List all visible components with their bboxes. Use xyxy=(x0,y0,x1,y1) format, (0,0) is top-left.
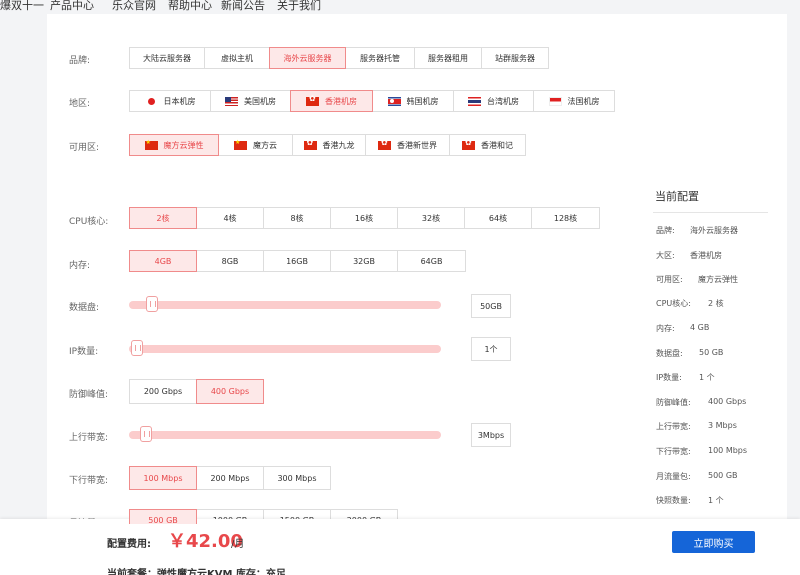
checkout-bar: 配置费用: ￥42.00 /月 立即购买 当前套餐：弹性魔方云KVM 库存：充足 xyxy=(0,519,800,575)
zone-options: 魔方云弹性 魔方云 香港九龙 香港新世界 香港和记 xyxy=(129,134,526,156)
download-label: 下行带宽: xyxy=(69,476,109,486)
summary-row: 可用区: 魔方云弹性 xyxy=(656,275,738,284)
region-option-taiwan[interactable]: 台湾机房 xyxy=(453,90,534,112)
summary-row: 月流量包: 500 GB xyxy=(656,471,738,481)
download-option-100[interactable]: 100 Mbps xyxy=(129,466,197,490)
nav-item-official-site[interactable]: 乐众官网 xyxy=(112,0,156,13)
brand-options: 大陆云服务器 虚拟主机 海外云服务器 服务器托管 服务器租用 站群服务器 xyxy=(129,47,549,69)
package-info: 当前套餐：弹性魔方云KVM 库存：充足 xyxy=(107,569,286,575)
memory-option-8gb[interactable]: 8GB xyxy=(196,250,264,272)
cn-flag-icon xyxy=(144,139,158,150)
region-option-usa[interactable]: 美国机房 xyxy=(210,90,291,112)
cpu-option-4[interactable]: 4核 xyxy=(196,207,264,229)
disk-label: 数据盘: xyxy=(69,303,100,313)
zone-option-mofang-elastic[interactable]: 魔方云弹性 xyxy=(129,134,219,156)
summary-row: 快照数量: 1 个 xyxy=(656,496,724,505)
ip-slider-track[interactable] xyxy=(129,340,441,356)
nav-item-news[interactable]: 新闻公告 xyxy=(221,0,265,13)
brand-option-dedicated[interactable]: 服务器租用 xyxy=(414,47,482,69)
nav-item-help[interactable]: 帮助中心 xyxy=(168,0,212,13)
config-panel: 品牌: 大陆云服务器 虚拟主机 海外云服务器 服务器托管 服务器租用 站群服务器… xyxy=(47,14,787,524)
summary-row: 品牌: 海外云服务器 xyxy=(656,226,738,235)
zone-option-hutchison[interactable]: 香港和记 xyxy=(449,134,526,156)
top-navigation: 爆双十一 产品中心 乐众官网 帮助中心 新闻公告 关于我们 xyxy=(0,0,800,14)
upload-slider-handle[interactable] xyxy=(140,426,152,442)
disk-value-box[interactable]: 50GB xyxy=(471,294,511,318)
zone-option-newworld[interactable]: 香港新世界 xyxy=(365,134,450,156)
cpu-option-2[interactable]: 2核 xyxy=(129,207,197,229)
kr-flag-icon xyxy=(387,96,401,106)
ddos-option-400[interactable]: 400 Gbps xyxy=(196,379,264,404)
region-option-hongkong[interactable]: 香港机房 xyxy=(290,90,373,112)
cpu-label: CPU核心: xyxy=(69,217,109,227)
ip-value-box[interactable]: 1个 xyxy=(471,337,511,361)
region-option-korea[interactable]: 韩国机房 xyxy=(372,90,454,112)
brand-option-overseas[interactable]: 海外云服务器 xyxy=(269,47,346,69)
download-option-300[interactable]: 300 Mbps xyxy=(263,466,331,490)
summary-row: IP数量: 1 个 xyxy=(656,373,715,382)
upload-value-box[interactable]: 3Mbps xyxy=(471,423,511,447)
summary-row: 防御峰值: 400 Gbps xyxy=(656,397,747,407)
zone-option-kowloon[interactable]: 香港九龙 xyxy=(292,134,366,156)
hk-flag-icon xyxy=(378,138,391,150)
traffic-option-500[interactable]: 500 GB xyxy=(129,509,197,524)
nav-item-about[interactable]: 关于我们 xyxy=(277,0,321,13)
memory-option-64gb[interactable]: 64GB xyxy=(397,250,466,272)
region-option-france[interactable]: 法国机房 xyxy=(533,90,615,112)
memory-option-4gb[interactable]: 4GB xyxy=(129,250,197,272)
brand-option-vhost[interactable]: 虚拟主机 xyxy=(204,47,270,69)
summary-title: 当前配置 xyxy=(655,190,699,203)
buy-now-button[interactable]: 立即购买 xyxy=(672,531,755,553)
memory-options: 4GB 8GB 16GB 32GB 64GB xyxy=(129,250,466,272)
fee-label: 配置费用: xyxy=(107,539,151,550)
disk-slider-track[interactable] xyxy=(129,296,441,312)
region-options: 日本机房 美国机房 香港机房 韩国机房 台湾机房 法国机房 xyxy=(129,90,615,112)
brand-option-sitegroup[interactable]: 站群服务器 xyxy=(481,47,549,69)
summary-row: 大区: 香港机房 xyxy=(656,251,722,260)
memory-option-32gb[interactable]: 32GB xyxy=(330,250,398,272)
brand-option-mainland[interactable]: 大陆云服务器 xyxy=(129,47,205,69)
ip-label: IP数量: xyxy=(69,347,99,357)
memory-option-16gb[interactable]: 16GB xyxy=(263,250,331,272)
nav-item-promo[interactable]: 爆双十一 xyxy=(0,0,44,13)
summary-row: 内存: 4 GB xyxy=(656,323,710,333)
nav-item-products[interactable]: 产品中心 xyxy=(50,0,94,13)
ddos-option-200[interactable]: 200 Gbps xyxy=(129,379,197,404)
fr-flag-icon xyxy=(548,96,562,106)
brand-label: 品牌: xyxy=(69,56,91,66)
ddos-label: 防御峰值: xyxy=(69,390,109,400)
cpu-options: 2核 4核 8核 16核 32核 64核 128核 xyxy=(129,207,600,229)
fee-unit: /月 xyxy=(231,539,245,550)
tw-flag-icon xyxy=(468,96,481,106)
summary-row: 上行带宽: 3 Mbps xyxy=(656,421,737,431)
ddos-options: 200 Gbps 400 Gbps xyxy=(129,379,264,404)
region-label: 地区: xyxy=(69,99,91,109)
zone-option-mofang[interactable]: 魔方云 xyxy=(218,134,293,156)
jp-flag-icon xyxy=(144,96,158,106)
summary-row: 数据盘: 50 GB xyxy=(656,348,724,358)
hk-flag-icon xyxy=(306,94,319,106)
cn-flag-icon xyxy=(234,139,247,150)
cpu-option-128[interactable]: 128核 xyxy=(531,207,600,229)
hk-flag-icon xyxy=(303,138,317,150)
brand-option-colocation[interactable]: 服务器托管 xyxy=(345,47,415,69)
cpu-option-8[interactable]: 8核 xyxy=(263,207,331,229)
upload-label: 上行带宽: xyxy=(69,433,109,443)
upload-slider-track[interactable] xyxy=(129,426,441,442)
hk-flag-icon xyxy=(462,138,475,150)
zone-label: 可用区: xyxy=(69,143,100,153)
summary-row: CPU核心: 2 核 xyxy=(656,299,724,308)
cpu-option-16[interactable]: 16核 xyxy=(330,207,398,229)
region-option-japan[interactable]: 日本机房 xyxy=(129,90,211,112)
summary-divider xyxy=(653,212,768,213)
download-options: 100 Mbps 200 Mbps 300 Mbps xyxy=(129,466,331,490)
memory-label: 内存: xyxy=(69,261,91,271)
us-flag-icon xyxy=(225,96,238,106)
cpu-option-32[interactable]: 32核 xyxy=(397,207,465,229)
summary-row: 下行带宽: 100 Mbps xyxy=(656,446,748,456)
ip-slider-handle[interactable] xyxy=(131,340,143,356)
cpu-option-64[interactable]: 64核 xyxy=(464,207,532,229)
disk-slider-handle[interactable] xyxy=(146,296,158,312)
download-option-200[interactable]: 200 Mbps xyxy=(196,466,264,490)
